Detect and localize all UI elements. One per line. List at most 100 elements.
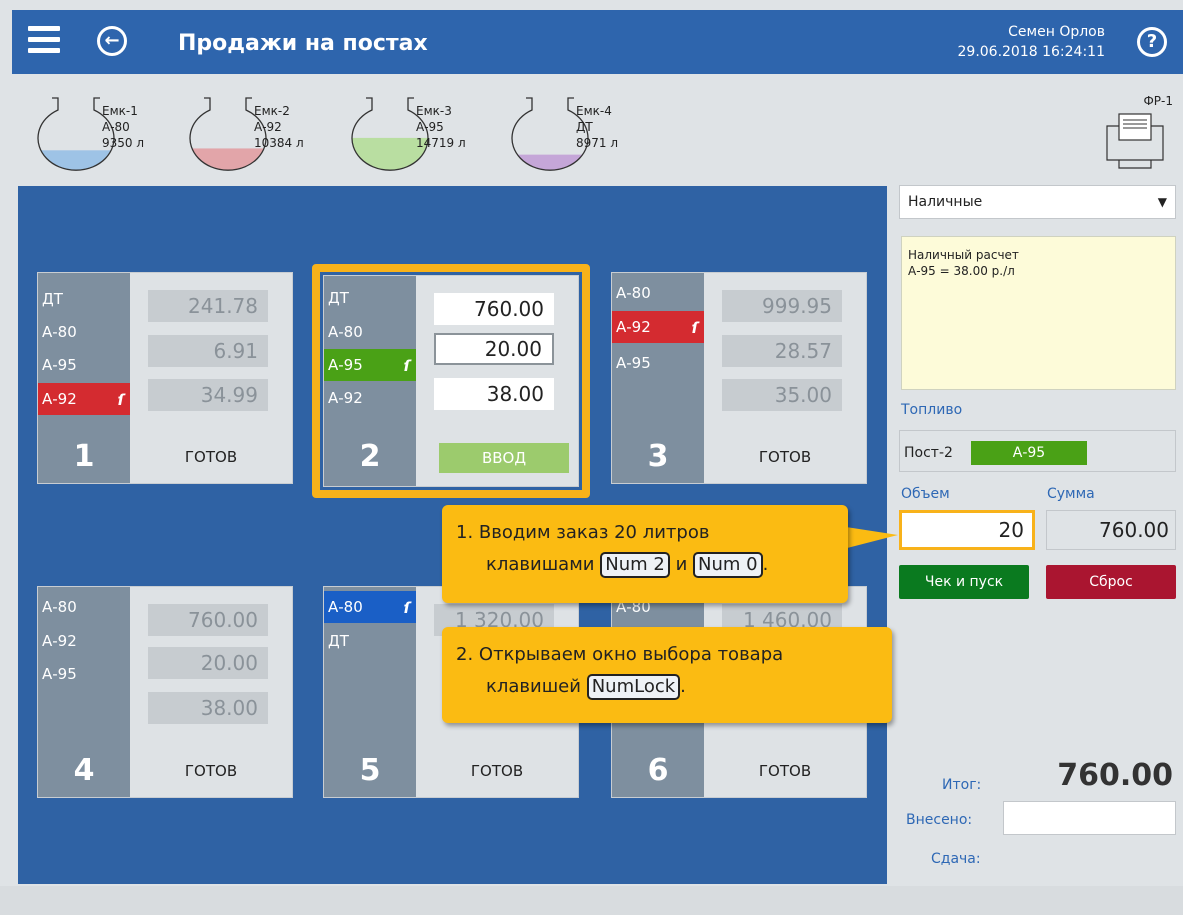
info-line: А-95 = 38.00 р./л xyxy=(908,264,1015,278)
tank-3[interactable]: Емк-3 А-95 14719 л xyxy=(350,96,500,176)
fiscal-printer[interactable]: ФР-1 xyxy=(1097,94,1173,172)
fuel-item-active[interactable]: А-80 ſ xyxy=(324,591,416,623)
fuel-item[interactable]: А-80 xyxy=(38,316,130,348)
fuel-item[interactable]: ДТ xyxy=(38,283,130,315)
sum-field: 760.00 xyxy=(1046,510,1176,550)
hint-1-line1: 1. Вводим заказ 20 литров xyxy=(456,522,710,543)
tank-volume: 9350 л xyxy=(102,136,145,150)
fuel-item[interactable]: А-95 xyxy=(612,347,704,379)
tank-fuel: ДТ xyxy=(576,120,593,134)
tank-info: Емк-2 А-92 10384 л xyxy=(254,103,304,151)
tank-info: Емк-3 А-95 14719 л xyxy=(416,103,466,151)
nozzle-icon: ſ xyxy=(403,599,410,617)
post-number: 1 xyxy=(73,439,95,474)
fuel-item[interactable]: А-80 xyxy=(612,277,704,309)
fuel-item[interactable]: А-80 xyxy=(324,316,416,348)
volume-label: Объем xyxy=(901,486,950,502)
post-1[interactable]: ДТ А-80 А-95 А-92 ſ 241.78 6.91 34.99 1 Г… xyxy=(37,272,293,484)
post-amount: 760.00 xyxy=(148,604,268,636)
printer-label: ФР-1 xyxy=(1143,94,1173,108)
fuel-item-active[interactable]: А-92 ſ xyxy=(38,383,130,415)
check-and-start-button[interactable]: Чек и пуск xyxy=(899,565,1029,599)
menu-icon[interactable] xyxy=(28,26,60,54)
selected-fuel: А-95 xyxy=(971,441,1087,465)
change-label: Сдача: xyxy=(931,851,981,867)
fuel-item[interactable]: А-80 xyxy=(38,591,130,623)
tank-info: Емк-1 А-80 9350 л xyxy=(102,103,144,151)
post-number: 5 xyxy=(359,753,381,788)
fuel-item[interactable]: А-95 xyxy=(38,349,130,381)
current-datetime: 29.06.2018 16:24:11 xyxy=(957,44,1106,60)
post-4[interactable]: А-80 А-92 А-95 760.00 20.00 38.00 4 ГОТО… xyxy=(37,586,293,798)
post-3[interactable]: А-80 А-92 ſ А-95 999.95 28.57 35.00 3 ГОТ… xyxy=(611,272,867,484)
post-amount: 241.78 xyxy=(148,290,268,322)
tank-volume: 14719 л xyxy=(416,136,466,150)
post-number: 4 xyxy=(73,753,95,788)
post-status: ГОТОВ xyxy=(184,762,238,780)
price-input[interactable]: 38.00 xyxy=(434,378,554,410)
fuel-item[interactable]: А-92 xyxy=(324,382,416,414)
back-arrow-icon[interactable]: ← xyxy=(97,26,127,56)
page-title: Продажи на постах xyxy=(178,31,428,56)
sum-label: Сумма xyxy=(1047,486,1095,502)
fuel-item-active[interactable]: А-95 ſ xyxy=(324,349,416,381)
tank-volume: 8971 л xyxy=(576,136,619,150)
tank-name: Емк-1 xyxy=(102,104,138,118)
user-info: Семен Орлов 29.06.2018 16:24:11 xyxy=(958,22,1106,62)
nozzle-icon: ſ xyxy=(117,391,124,409)
post-status: ГОТОВ xyxy=(758,448,812,466)
tank-volume: 10384 л xyxy=(254,136,304,150)
hint-text: клавишей xyxy=(486,676,581,697)
hint-text: и xyxy=(675,554,688,575)
enter-button[interactable]: ВВОД xyxy=(439,443,569,473)
payment-select[interactable]: Наличные ▼ xyxy=(899,185,1176,219)
fuel-label: А-95 xyxy=(328,356,363,374)
hint-callout-2: 2. Открываем окно выбора товара клавишей… xyxy=(442,627,892,723)
payment-value: Наличные xyxy=(908,194,983,210)
fuel-label: А-92 xyxy=(42,390,77,408)
fuel-item[interactable]: ДТ xyxy=(324,625,416,657)
help-icon[interactable]: ? xyxy=(1137,27,1167,57)
fuel-item[interactable]: А-95 xyxy=(38,658,130,690)
fuel-item-active[interactable]: А-92 ſ xyxy=(612,311,704,343)
reset-button[interactable]: Сброс xyxy=(1046,565,1176,599)
fuel-item[interactable]: ДТ xyxy=(324,282,416,314)
tank-name: Емк-4 xyxy=(576,104,612,118)
post-2[interactable]: ДТ А-80 А-95 ſ А-92 760.00 20.00 38.00 ВВ… xyxy=(323,275,579,487)
post-volume: 20.00 xyxy=(148,647,268,679)
post-volume: 6.91 xyxy=(148,335,268,367)
fuel-item[interactable]: А-92 xyxy=(38,625,130,657)
post-number: 2 xyxy=(359,439,381,474)
hint-2-line1: 2. Открываем окно выбора товара xyxy=(456,644,784,665)
hint-text: . xyxy=(680,676,686,697)
post-price: 38.00 xyxy=(148,692,268,724)
info-line: Наличный расчет xyxy=(908,248,1019,262)
hint-1-line2: клавишами Num 2 и Num 0. xyxy=(456,551,848,579)
total-value: 760.00 xyxy=(1057,758,1173,793)
paid-input[interactable] xyxy=(1003,801,1176,835)
post-price: 35.00 xyxy=(722,379,842,411)
fuel-label: А-92 xyxy=(616,318,651,336)
fuel-label: Топливо xyxy=(901,402,963,418)
tank-4[interactable]: Емк-4 ДТ 8971 л xyxy=(510,96,660,176)
post-number: 6 xyxy=(647,753,669,788)
paid-label: Внесено: xyxy=(906,812,973,828)
dropdown-arrow-icon: ▼ xyxy=(1157,195,1167,209)
post-number: 3 xyxy=(647,439,669,474)
hint-text: . xyxy=(762,554,769,575)
tank-2[interactable]: Емк-2 А-92 10384 л xyxy=(188,96,338,176)
tank-fuel: А-95 xyxy=(416,120,444,134)
amount-input[interactable]: 760.00 xyxy=(434,293,554,325)
tank-1[interactable]: Емк-1 А-80 9350 л xyxy=(36,96,186,176)
post-amount: 999.95 xyxy=(722,290,842,322)
volume-input[interactable]: 20.00 xyxy=(434,333,554,365)
post-price: 34.99 xyxy=(148,379,268,411)
user-name: Семен Орлов xyxy=(1008,24,1105,40)
volume-field[interactable]: 20 xyxy=(899,510,1035,550)
hint-text: клавишами xyxy=(486,554,595,575)
tank-name: Емк-3 xyxy=(416,104,452,118)
tank-fuel: А-80 xyxy=(102,120,130,134)
hint-2-line2: клавишей NumLock. xyxy=(456,673,892,701)
post-status: ГОТОВ xyxy=(470,762,524,780)
key-num2: Num 2 xyxy=(600,552,670,578)
